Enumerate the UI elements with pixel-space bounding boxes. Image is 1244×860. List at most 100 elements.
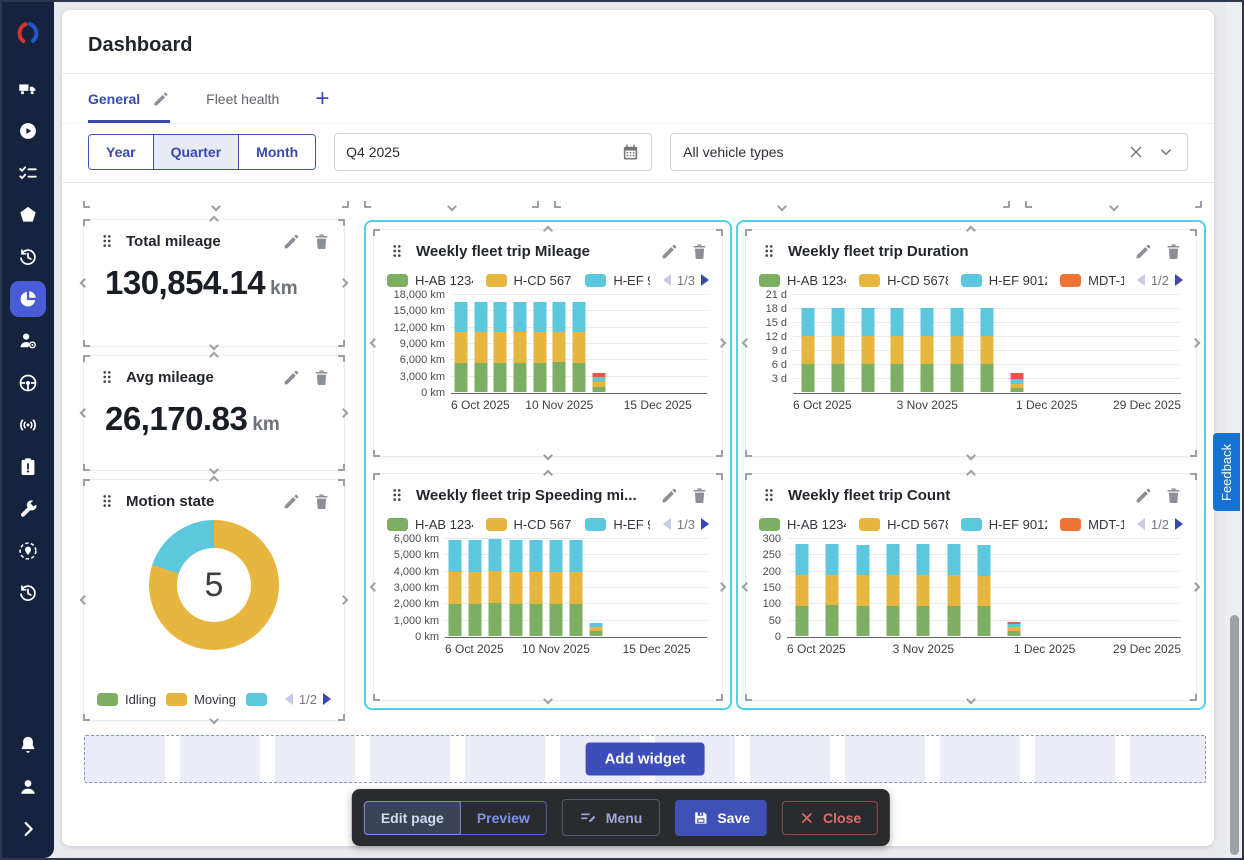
resize-arrow-handle[interactable] [1191, 582, 1201, 592]
resize-arrow-handle[interactable] [966, 470, 976, 480]
menu-button[interactable]: Menu [562, 799, 660, 836]
pagination-next-icon[interactable] [1175, 518, 1183, 530]
resize-arrow-handle[interactable] [80, 408, 90, 418]
resize-arrow-handle[interactable] [209, 715, 219, 725]
resize-corner-handle[interactable] [338, 479, 345, 486]
pagination-prev-icon[interactable] [663, 518, 671, 530]
resize-corner-handle[interactable] [83, 219, 90, 226]
resize-corner-handle[interactable] [1190, 450, 1197, 457]
pagination-prev-icon[interactable] [285, 693, 293, 705]
delete-widget-icon[interactable] [1164, 486, 1183, 505]
tab-general[interactable]: General [88, 74, 170, 123]
calendar-icon[interactable] [621, 143, 640, 162]
sidebar-item-play-circle[interactable] [10, 113, 46, 149]
resize-corner-handle[interactable] [745, 473, 752, 480]
scrollbar-thumb[interactable] [1230, 615, 1239, 855]
save-button[interactable]: Save [674, 800, 767, 836]
resize-arrow-handle[interactable] [209, 352, 219, 362]
resize-corner-handle[interactable] [373, 473, 380, 480]
drag-handle-icon[interactable] [759, 485, 779, 505]
resize-corner-handle[interactable] [83, 340, 90, 347]
resize-arrow-handle[interactable] [543, 695, 553, 705]
edit-page-button[interactable]: Edit page [364, 801, 461, 835]
sidebar-item-checklist[interactable] [10, 155, 46, 191]
pagination-next-icon[interactable] [323, 693, 331, 705]
edit-widget-icon[interactable] [1134, 242, 1153, 261]
resize-corner-handle[interactable] [338, 714, 345, 721]
resize-corner-handle[interactable] [338, 464, 345, 471]
pagination-next-icon[interactable] [1175, 274, 1183, 286]
resize-arrow-handle[interactable] [966, 695, 976, 705]
resize-arrow-handle[interactable] [966, 226, 976, 236]
resize-corner-handle[interactable] [716, 450, 723, 457]
resize-arrow-handle[interactable] [339, 408, 349, 418]
pagination-prev-icon[interactable] [1137, 518, 1145, 530]
tab-fleet-health[interactable]: Fleet health [206, 74, 279, 123]
resize-arrow-handle[interactable] [717, 338, 727, 348]
resize-corner-handle[interactable] [373, 450, 380, 457]
resize-corner-handle[interactable] [1025, 201, 1032, 208]
sidebar-item-driver[interactable] [10, 323, 46, 359]
drag-handle-icon[interactable] [387, 485, 407, 505]
clear-icon[interactable] [1127, 143, 1145, 161]
resize-arrow-handle[interactable] [370, 582, 380, 592]
resize-arrow-handle[interactable] [209, 341, 219, 351]
edit-widget-icon[interactable] [282, 232, 301, 251]
resize-corner-handle[interactable] [83, 479, 90, 486]
resize-corner-handle[interactable] [373, 694, 380, 701]
resize-corner-handle[interactable] [342, 201, 349, 208]
resize-arrow-handle[interactable] [742, 338, 752, 348]
resize-corner-handle[interactable] [745, 450, 752, 457]
resize-corner-handle[interactable] [1003, 201, 1010, 208]
resize-arrow-handle[interactable] [717, 582, 727, 592]
resize-corner-handle[interactable] [364, 201, 371, 208]
pagination-next-icon[interactable] [701, 518, 709, 530]
resize-arrow-handle[interactable] [447, 202, 457, 212]
resize-corner-handle[interactable] [716, 229, 723, 236]
resize-arrow-handle[interactable] [80, 278, 90, 288]
resize-corner-handle[interactable] [338, 340, 345, 347]
resize-arrow-handle[interactable] [211, 202, 221, 212]
resize-arrow-handle[interactable] [543, 470, 553, 480]
vehicle-type-select[interactable]: All vehicle types [670, 133, 1188, 171]
sidebar-item-pie-chart[interactable] [10, 281, 46, 317]
sidebar-item-pentagon[interactable] [10, 197, 46, 233]
pagination-next-icon[interactable] [701, 274, 709, 286]
chevron-down-icon[interactable] [1157, 143, 1175, 161]
resize-arrow-handle[interactable] [209, 216, 219, 226]
period-quarter-button[interactable]: Quarter [153, 135, 239, 169]
resize-corner-handle[interactable] [83, 714, 90, 721]
sidebar-item-geo-pin[interactable] [10, 533, 46, 569]
resize-corner-handle[interactable] [83, 464, 90, 471]
delete-widget-icon[interactable] [312, 368, 331, 387]
sidebar-item-bell[interactable] [10, 727, 46, 763]
resize-arrow-handle[interactable] [339, 595, 349, 605]
drag-handle-icon[interactable] [97, 367, 117, 387]
resize-corner-handle[interactable] [554, 201, 561, 208]
resize-arrow-handle[interactable] [209, 476, 219, 486]
scrollbar-track[interactable] [1226, 2, 1242, 858]
sidebar-item-history-clock[interactable] [10, 239, 46, 275]
resize-arrow-handle[interactable] [742, 582, 752, 592]
resize-arrow-handle[interactable] [370, 338, 380, 348]
delete-widget-icon[interactable] [690, 486, 709, 505]
drag-handle-icon[interactable] [97, 491, 117, 511]
resize-corner-handle[interactable] [1190, 473, 1197, 480]
delete-widget-icon[interactable] [312, 232, 331, 251]
sidebar-item-user[interactable] [10, 769, 46, 805]
resize-corner-handle[interactable] [745, 694, 752, 701]
edit-widget-icon[interactable] [282, 492, 301, 511]
pagination-prev-icon[interactable] [663, 274, 671, 286]
delete-widget-icon[interactable] [690, 242, 709, 261]
date-picker-input[interactable]: Q4 2025 [334, 133, 652, 171]
delete-widget-icon[interactable] [1164, 242, 1183, 261]
resize-arrow-handle[interactable] [1191, 338, 1201, 348]
sidebar-item-steering-wheel[interactable] [10, 365, 46, 401]
resize-arrow-handle[interactable] [209, 465, 219, 475]
add-tab-button[interactable]: + [315, 87, 329, 111]
edit-widget-icon[interactable] [660, 242, 679, 261]
resize-corner-handle[interactable] [1190, 229, 1197, 236]
resize-arrow-handle[interactable] [339, 278, 349, 288]
resize-arrow-handle[interactable] [543, 451, 553, 461]
sidebar-item-wrench[interactable] [10, 491, 46, 527]
